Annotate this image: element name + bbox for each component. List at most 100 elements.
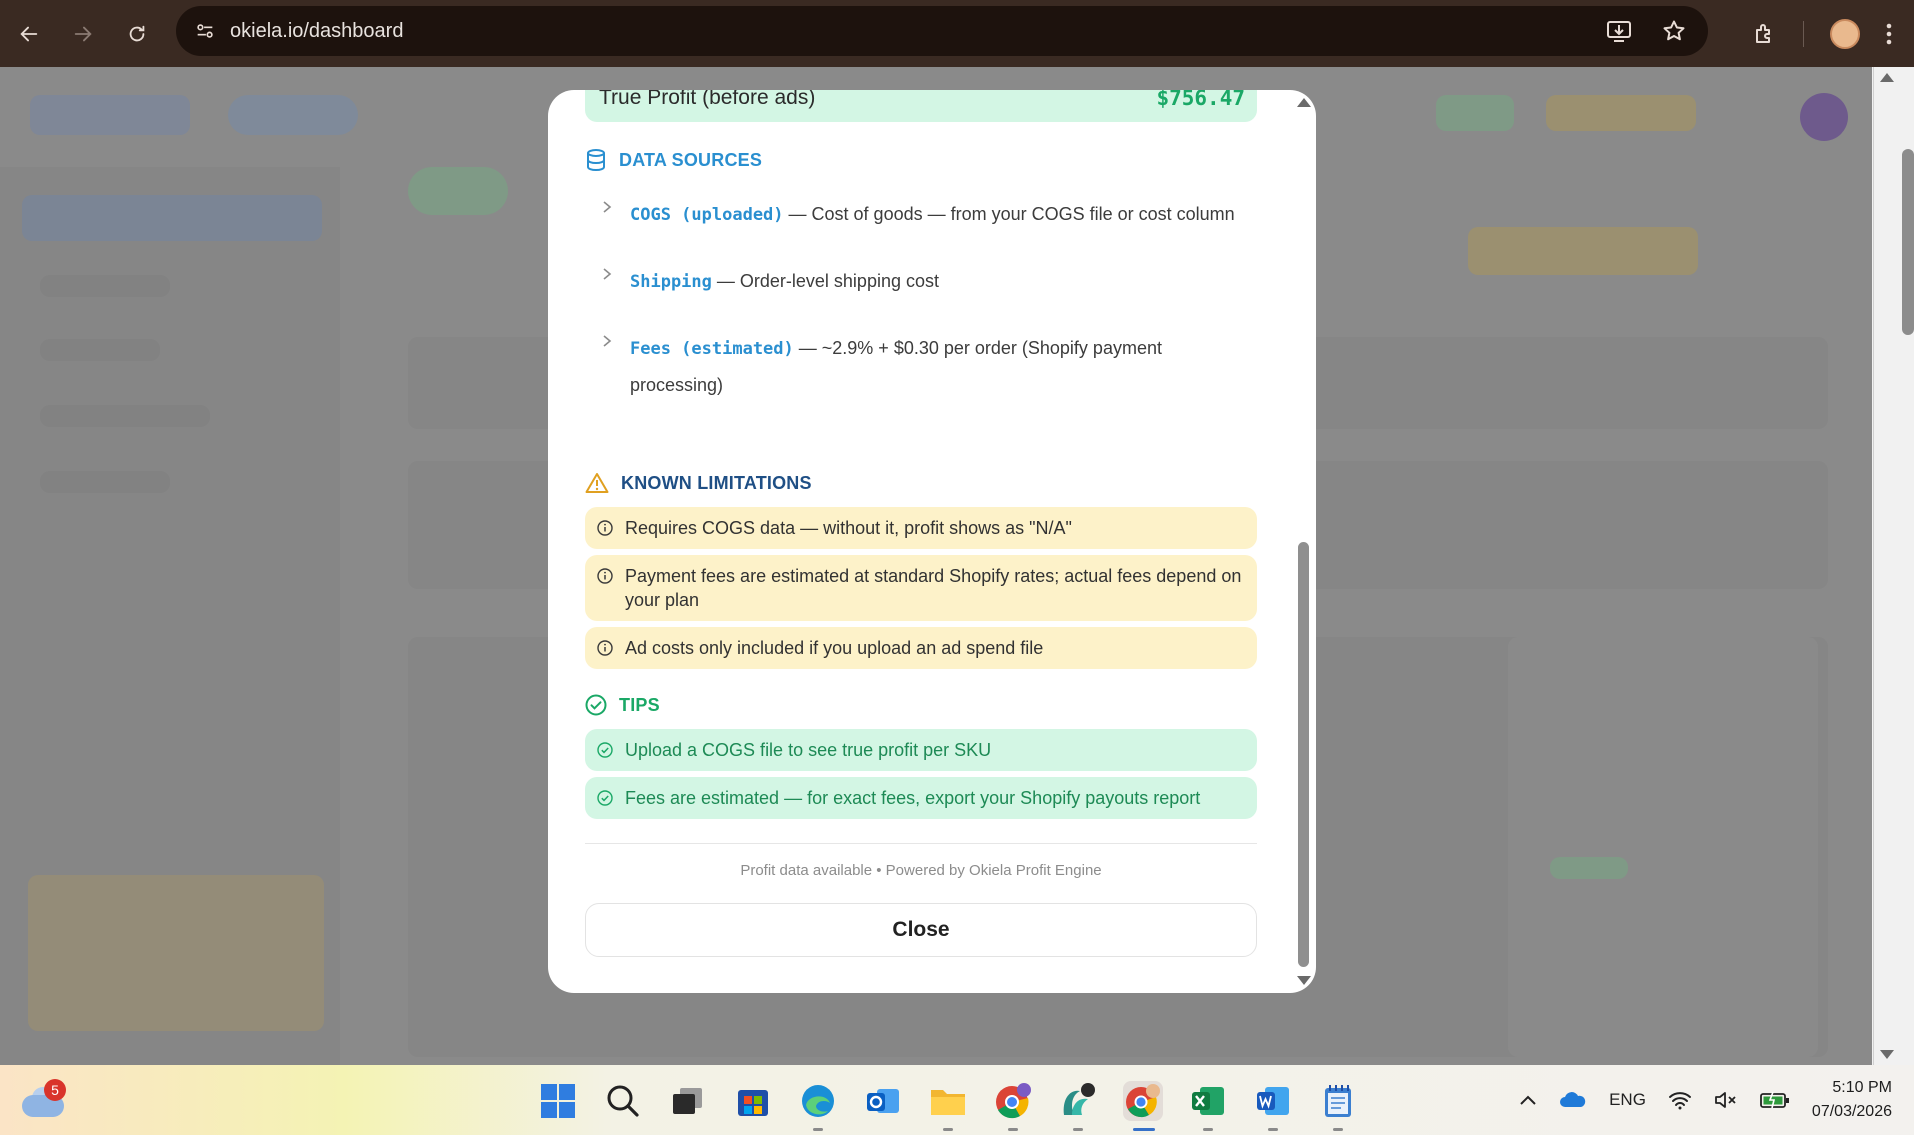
data-source-name: Fees (estimated) bbox=[630, 339, 794, 359]
blurred-badge bbox=[1550, 857, 1628, 879]
forward-button[interactable] bbox=[56, 7, 110, 61]
chrome-profile-app[interactable] bbox=[993, 1081, 1033, 1131]
notification-badge: 5 bbox=[44, 1079, 66, 1101]
data-sources-heading: DATA SOURCES bbox=[585, 148, 762, 172]
bookmark-star-icon[interactable] bbox=[1662, 19, 1686, 43]
data-source-desc: — Order-level shipping cost bbox=[711, 271, 939, 291]
weather-widget[interactable]: 5 bbox=[22, 1079, 66, 1119]
blurred-upgrade-pill bbox=[1546, 95, 1696, 131]
chrome-icon bbox=[1126, 1084, 1160, 1118]
info-icon bbox=[597, 520, 613, 536]
more-menu-icon[interactable] bbox=[1886, 23, 1892, 45]
notepad-app[interactable] bbox=[1318, 1081, 1358, 1131]
running-indicator bbox=[1268, 1128, 1278, 1131]
blurred-sidebar-item bbox=[40, 275, 170, 297]
address-bar[interactable]: okiela.io/dashboard bbox=[176, 6, 1708, 56]
known-limitations-title: KNOWN LIMITATIONS bbox=[621, 472, 812, 493]
arrow-left-icon bbox=[20, 26, 38, 41]
running-indicator bbox=[813, 1128, 823, 1131]
data-source-item-shipping[interactable]: Shipping — Order-level shipping cost bbox=[585, 249, 1257, 314]
clock-time: 5:10 PM bbox=[1832, 1079, 1892, 1096]
reload-icon bbox=[129, 25, 145, 41]
battery-charging-icon[interactable] bbox=[1760, 1090, 1790, 1110]
modal-scroll-down-arrow[interactable] bbox=[1297, 976, 1311, 985]
data-sources-list: COGS (uploaded) — Cost of goods — from y… bbox=[585, 182, 1257, 417]
true-profit-row: True Profit (before ads) $756.47 bbox=[585, 90, 1257, 122]
onedrive-cloud-icon[interactable] bbox=[1559, 1091, 1587, 1109]
running-indicator bbox=[1333, 1128, 1343, 1131]
outlook-app[interactable] bbox=[863, 1081, 903, 1121]
copilot-icon bbox=[1063, 1083, 1095, 1115]
site-settings-icon[interactable] bbox=[194, 20, 216, 42]
chevron-right-icon bbox=[603, 201, 612, 213]
windows-taskbar: 5 ENG 5:10 PM 07/03/2026 bbox=[0, 1065, 1914, 1135]
search-icon bbox=[607, 1085, 639, 1117]
language-indicator[interactable]: ENG bbox=[1609, 1090, 1646, 1110]
search-button[interactable] bbox=[603, 1081, 643, 1121]
data-source-item-fees[interactable]: Fees (estimated) — ~2.9% + $0.30 per ord… bbox=[585, 316, 1257, 417]
close-button[interactable]: Close bbox=[585, 903, 1257, 957]
word-app[interactable] bbox=[1253, 1081, 1293, 1131]
extensions-icon[interactable] bbox=[1753, 22, 1777, 46]
back-button[interactable] bbox=[2, 7, 56, 61]
tips-heading: TIPS bbox=[585, 694, 660, 716]
blurred-store-switcher bbox=[228, 95, 358, 135]
profile-avatar[interactable] bbox=[1830, 18, 1860, 49]
modal-scrollbar[interactable] bbox=[1294, 90, 1316, 993]
reload-button[interactable] bbox=[110, 7, 164, 61]
modal-scrollbar-thumb[interactable] bbox=[1298, 542, 1309, 967]
start-button[interactable] bbox=[538, 1081, 578, 1121]
scroll-down-arrow[interactable] bbox=[1880, 1050, 1894, 1059]
running-indicator bbox=[1073, 1128, 1083, 1131]
limitation-item: Ad costs only included if you upload an … bbox=[585, 627, 1257, 669]
task-view-button[interactable] bbox=[668, 1081, 708, 1121]
blurred-sidebar-active bbox=[22, 195, 322, 241]
blurred-button bbox=[1468, 227, 1698, 275]
system-clock[interactable]: 5:10 PM 07/03/2026 bbox=[1812, 1076, 1892, 1124]
tip-text: Fees are estimated — for exact fees, exp… bbox=[625, 788, 1201, 808]
speaker-muted-icon[interactable] bbox=[1714, 1090, 1738, 1110]
blurred-tab bbox=[408, 167, 508, 215]
chevron-up-icon[interactable] bbox=[1519, 1094, 1537, 1106]
profit-info-modal: True Profit (before ads) $756.47 DATA SO… bbox=[548, 90, 1316, 993]
tip-item: Fees are estimated — for exact fees, exp… bbox=[585, 777, 1257, 819]
arrow-right-icon bbox=[74, 26, 92, 41]
page-scrollbar[interactable] bbox=[1872, 67, 1914, 1065]
limitation-text: Ad costs only included if you upload an … bbox=[625, 638, 1044, 658]
task-view-icon bbox=[673, 1088, 702, 1114]
scrollbar-thumb[interactable] bbox=[1902, 149, 1914, 335]
copilot-app[interactable] bbox=[1058, 1081, 1098, 1131]
blurred-sidebar-item bbox=[40, 405, 210, 427]
edge-app[interactable] bbox=[798, 1081, 838, 1131]
edge-browser-icon bbox=[802, 1085, 834, 1117]
limitation-text: Payment fees are estimated at standard S… bbox=[625, 566, 1242, 610]
scroll-up-arrow[interactable] bbox=[1880, 73, 1894, 82]
info-icon bbox=[597, 640, 613, 656]
tip-text: Upload a COGS file to see true profit pe… bbox=[625, 740, 992, 760]
check-circle-icon bbox=[585, 694, 607, 716]
blurred-user-avatar bbox=[1800, 93, 1848, 141]
tips-title: TIPS bbox=[619, 694, 660, 715]
data-sources-title: DATA SOURCES bbox=[619, 149, 763, 170]
wifi-icon[interactable] bbox=[1668, 1090, 1692, 1110]
limitation-item: Payment fees are estimated at standard S… bbox=[585, 555, 1257, 621]
blurred-status-pill bbox=[1436, 95, 1514, 131]
file-explorer-app[interactable] bbox=[928, 1081, 968, 1131]
chrome-app-active[interactable] bbox=[1123, 1081, 1163, 1131]
database-icon bbox=[587, 149, 605, 172]
data-source-item-cogs[interactable]: COGS (uploaded) — Cost of goods — from y… bbox=[585, 182, 1257, 247]
data-source-desc: — Cost of goods — from your COGS file or… bbox=[783, 204, 1235, 224]
install-app-icon[interactable] bbox=[1606, 19, 1632, 43]
blurred-sidebar-item bbox=[40, 471, 170, 493]
blurred-sidebar-item bbox=[40, 339, 160, 361]
modal-scroll-up-arrow[interactable] bbox=[1297, 98, 1311, 107]
blurred-metric-card bbox=[1508, 637, 1818, 1057]
url-text[interactable]: okiela.io/dashboard bbox=[230, 20, 403, 43]
clock-date: 07/03/2026 bbox=[1811, 1103, 1892, 1120]
known-limitations-heading: KNOWN LIMITATIONS bbox=[585, 472, 812, 494]
excel-app[interactable] bbox=[1188, 1081, 1228, 1131]
excel-icon bbox=[1192, 1087, 1224, 1115]
blurred-sidebar-card bbox=[28, 875, 324, 1031]
microsoft-store-app[interactable] bbox=[733, 1081, 773, 1121]
folder-icon bbox=[931, 1090, 965, 1115]
